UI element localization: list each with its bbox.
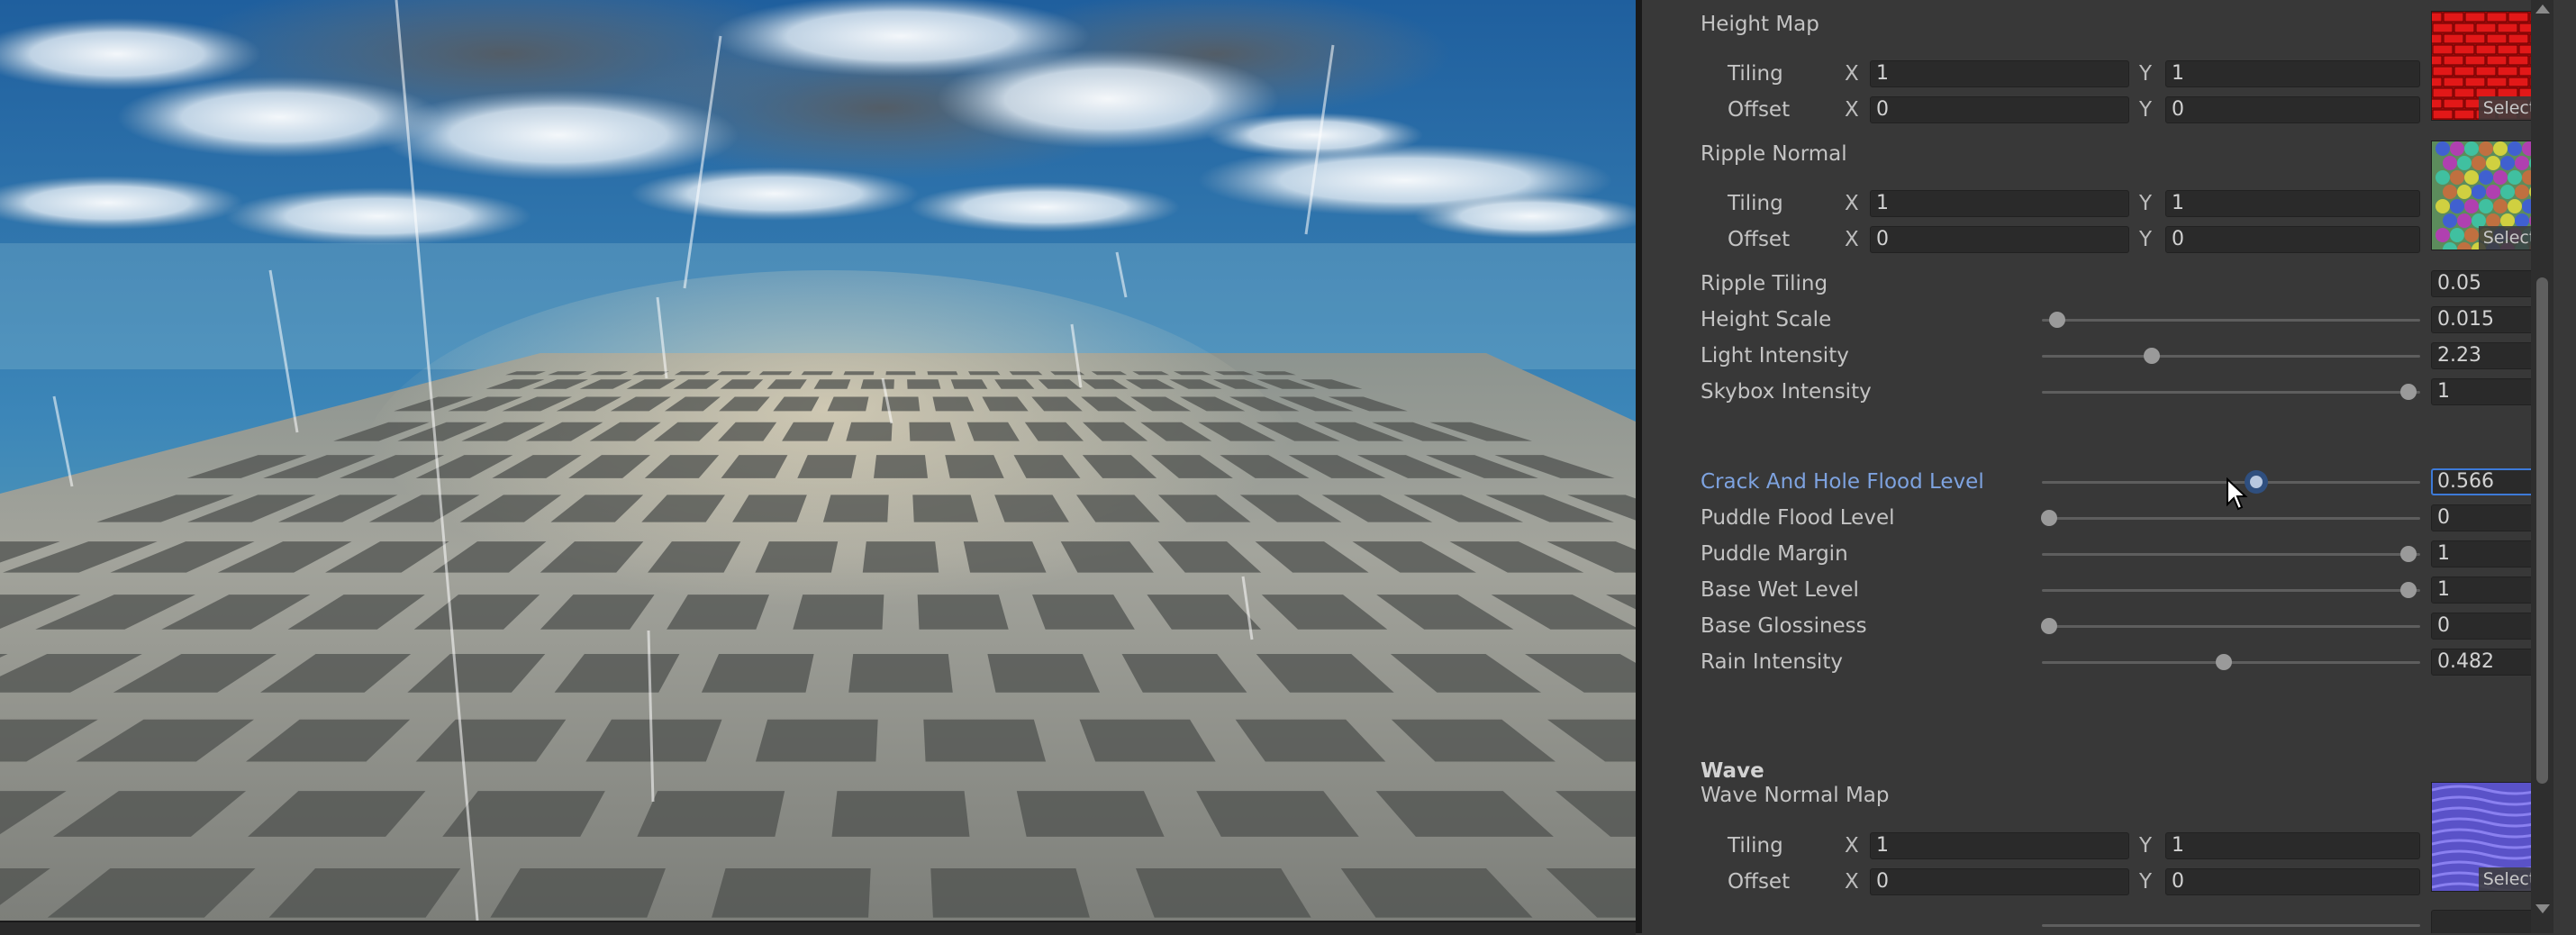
base-wet-level-value-field[interactable]: 1	[2431, 576, 2543, 604]
puddle-flood-level-value-field[interactable]: 0	[2431, 504, 2543, 531]
scene-viewport[interactable]	[0, 0, 1636, 921]
wave-offset-y-label[interactable]: Y	[2139, 869, 2152, 894]
light-intensity-label: Light Intensity	[1701, 344, 1849, 368]
ripple-normal-tiling-x-field[interactable]: 1	[1870, 190, 2129, 217]
ripple-normal-offset-x-field[interactable]: 0	[1870, 226, 2129, 253]
ripple-normal-tiling-x-label[interactable]: X	[1845, 191, 1859, 216]
ripple-normal-tiling-label: Tiling	[1728, 192, 1783, 215]
crack-and-hole-flood-level-value-field[interactable]: 0.566	[2431, 468, 2543, 495]
rainy-plane-scene	[0, 0, 1636, 921]
height-map-offset-label: Offset	[1728, 98, 1791, 122]
cutoff-slider-track[interactable]	[2042, 924, 2420, 927]
wave-tiling-x-field[interactable]: 1	[1870, 832, 2129, 859]
wave-offset-label: Offset	[1728, 870, 1791, 894]
scroll-up-arrow-icon[interactable]	[2535, 5, 2550, 14]
puddle-flood-level-slider-handle[interactable]	[2041, 510, 2058, 526]
height-map-offset-x-label[interactable]: X	[1845, 97, 1859, 123]
ripple-normal-offset-y-field[interactable]: 0	[2165, 226, 2420, 253]
puddle-margin-slider-track[interactable]	[2042, 553, 2420, 556]
material-inspector: Height Map Tiling X 1 Y 1 Offset X 0 Y 0…	[1642, 0, 2553, 933]
height-scale-label: Height Scale	[1701, 308, 1832, 331]
light-intensity-slider-handle[interactable]	[2143, 348, 2160, 364]
skybox-intensity-slider-track[interactable]	[2042, 391, 2420, 394]
wave-tiling-y-field[interactable]: 1	[2165, 832, 2420, 859]
crack-and-hole-flood-level-label: Crack And Hole Flood Level	[1701, 470, 1984, 494]
rain-intensity-slider-handle[interactable]	[2216, 654, 2233, 670]
height-map-label: Height Map	[1701, 13, 1819, 36]
height-map-tiling-x-field[interactable]: 1	[1870, 60, 2129, 87]
base-glossiness-value-field[interactable]: 0	[2431, 613, 2543, 640]
skybox-intensity-slider-handle[interactable]	[2400, 384, 2417, 400]
height-scale-value-field[interactable]: 0.015	[2431, 306, 2543, 333]
cutoff-row-field[interactable]	[2431, 910, 2543, 933]
height-map-offset-y-field[interactable]: 0	[2165, 96, 2420, 123]
ripple-normal-texture-slot[interactable]: Select	[2431, 141, 2541, 250]
height-map-tiling-y-field[interactable]: 1	[2165, 60, 2420, 87]
wave-offset-x-label[interactable]: X	[1845, 869, 1859, 894]
wave-normal-texture-slot[interactable]: Select	[2431, 782, 2541, 892]
rain-intensity-value-field[interactable]: 0.482	[2431, 649, 2543, 676]
height-map-tiling-label: Tiling	[1728, 62, 1783, 86]
ripple-normal-label: Ripple Normal	[1701, 142, 1847, 166]
ripple-normal-tiling-y-field[interactable]: 1	[2165, 190, 2420, 217]
light-intensity-slider-track[interactable]	[2042, 355, 2420, 358]
base-wet-level-label: Base Wet Level	[1701, 578, 1859, 602]
height-map-offset-y-label[interactable]: Y	[2139, 97, 2152, 123]
puddle-margin-label: Puddle Margin	[1701, 542, 1848, 566]
puddle-margin-value-field[interactable]: 1	[2431, 540, 2543, 567]
mouse-cursor-icon	[2227, 477, 2248, 511]
puddle-flood-level-slider-track[interactable]	[2042, 517, 2420, 520]
ripple-normal-offset-y-label[interactable]: Y	[2139, 227, 2152, 252]
height-map-texture-slot[interactable]: Select	[2431, 11, 2541, 121]
ripple-normal-offset-x-label[interactable]: X	[1845, 227, 1859, 252]
skybox-intensity-label: Skybox Intensity	[1701, 380, 1872, 404]
base-glossiness-slider-handle[interactable]	[2041, 618, 2058, 634]
wave-tiling-x-label[interactable]: X	[1845, 833, 1859, 858]
scroll-thumb[interactable]	[2536, 277, 2548, 784]
inspector-scrollbar[interactable]	[2531, 0, 2553, 933]
ripple-normal-offset-label: Offset	[1728, 228, 1791, 251]
wave-tiling-label: Tiling	[1728, 834, 1783, 858]
base-wet-level-slider-handle[interactable]	[2400, 582, 2417, 598]
base-wet-level-slider-track[interactable]	[2042, 589, 2420, 592]
height-map-offset-x-field[interactable]: 0	[1870, 96, 2129, 123]
height-map-tiling-x-label[interactable]: X	[1845, 61, 1859, 86]
panel-divider[interactable]	[1636, 0, 1642, 933]
rain-intensity-label: Rain Intensity	[1701, 650, 1843, 674]
wave-tiling-y-label[interactable]: Y	[2139, 833, 2152, 858]
height-scale-slider-track[interactable]	[2042, 319, 2420, 322]
ripple-normal-tiling-y-label[interactable]: Y	[2139, 191, 2152, 216]
puddle-flood-level-label: Puddle Flood Level	[1701, 506, 1895, 530]
wave-offset-y-field[interactable]: 0	[2165, 868, 2420, 895]
wave-normal-map-label: Wave Normal Map	[1701, 784, 1890, 807]
height-map-tiling-y-label[interactable]: Y	[2139, 61, 2152, 86]
skybox-intensity-value-field[interactable]: 1	[2431, 378, 2543, 405]
puddle-margin-slider-handle[interactable]	[2400, 546, 2417, 562]
base-glossiness-slider-track[interactable]	[2042, 625, 2420, 628]
wave-offset-x-field[interactable]: 0	[1870, 868, 2129, 895]
scroll-down-arrow-icon[interactable]	[2535, 904, 2550, 913]
light-intensity-value-field[interactable]: 2.23	[2431, 342, 2543, 369]
ripple-tiling-field[interactable]: 0.05	[2431, 270, 2543, 297]
wave-section-header: Wave	[1701, 759, 1764, 783]
base-glossiness-label: Base Glossiness	[1701, 614, 1867, 638]
height-scale-slider-handle[interactable]	[2048, 312, 2065, 328]
ripple-tiling-label: Ripple Tiling	[1701, 272, 1828, 295]
